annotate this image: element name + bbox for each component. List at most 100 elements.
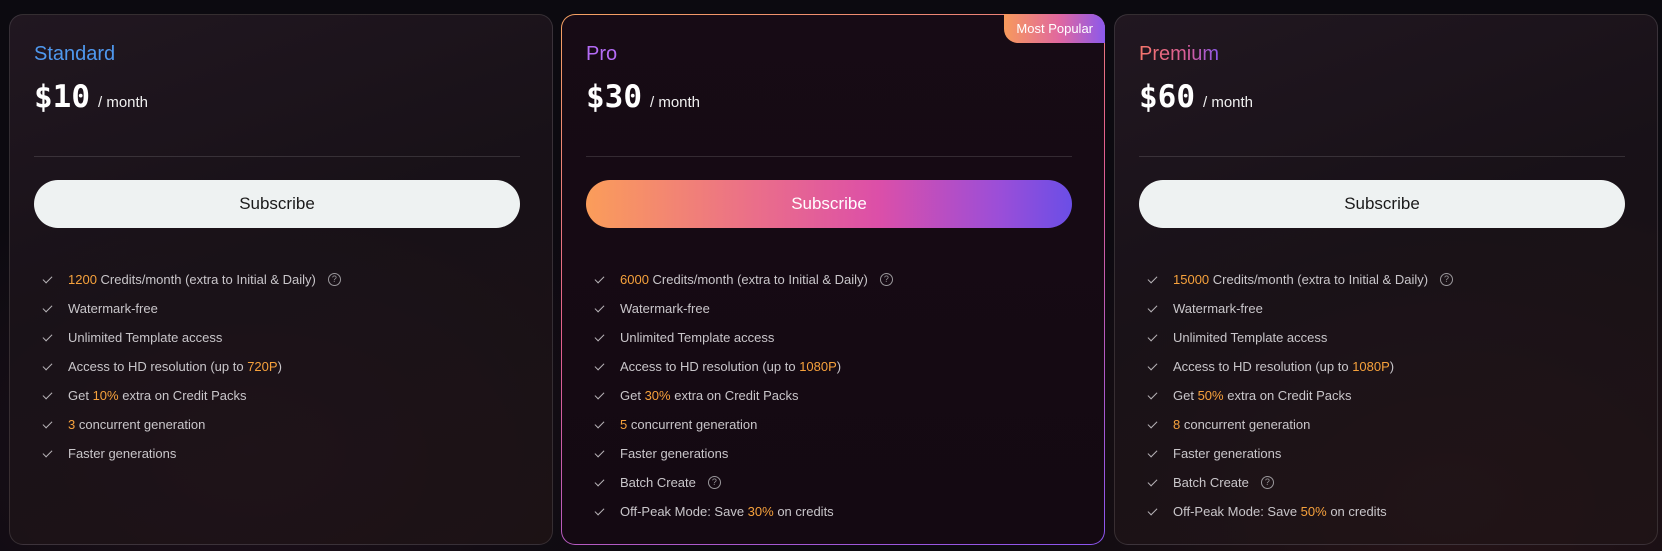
feature-item: 15000 Credits/month (extra to Initial & … [1139, 265, 1454, 294]
check-icon [1147, 447, 1161, 461]
plan-price: $10 [34, 79, 90, 115]
most-popular-badge: Most Popular [1004, 14, 1105, 43]
feature-text-part: Watermark-free [1173, 301, 1263, 316]
feature-text-part: Get [1173, 388, 1198, 403]
feature-text: Access to HD resolution (up to 720P) [68, 359, 282, 374]
feature-text-part: concurrent generation [627, 417, 758, 432]
feature-item: 3 concurrent generation [34, 410, 341, 439]
feature-text: Faster generations [1173, 446, 1281, 461]
check-icon [42, 360, 56, 374]
check-icon [1147, 476, 1161, 490]
plan-card-premium: Premium $60 / month Subscribe 15000 Cred… [1114, 14, 1658, 545]
feature-text-part: Faster generations [1173, 446, 1282, 461]
feature-text: Get 50% extra on Credit Packs [1173, 388, 1352, 403]
feature-item: Get 50% extra on Credit Packs [1139, 381, 1453, 410]
check-icon [594, 389, 608, 403]
feature-text-part: Credits/month (extra to Initial & Daily) [96, 272, 316, 287]
check-icon [594, 505, 608, 519]
feature-text-part: extra on Credit Packs [118, 388, 247, 403]
feature-item: 6000 Credits/month (extra to Initial & D… [586, 265, 893, 294]
subscribe-button-pro[interactable]: Subscribe [586, 180, 1072, 228]
feature-item: 5 concurrent generation [586, 410, 893, 439]
subscribe-button-standard[interactable]: Subscribe [34, 180, 520, 228]
check-icon [1147, 273, 1161, 287]
check-icon [42, 389, 56, 403]
feature-text: 3 concurrent generation [68, 417, 205, 432]
feature-item: Unlimited Template access [34, 323, 341, 352]
help-circle-icon[interactable]: ? [327, 273, 341, 286]
check-icon [42, 273, 56, 287]
feature-item: Faster generations [34, 439, 341, 468]
feature-text-part: Access to HD resolution (up to [68, 359, 248, 374]
feature-item: Batch Create? [1139, 468, 1453, 497]
feature-text: Faster generations [620, 446, 728, 461]
help-circle-icon[interactable]: ? [1260, 476, 1274, 489]
feature-text: Unlimited Template access [68, 330, 222, 345]
check-icon [594, 273, 608, 287]
plan-card-standard: Standard $10 / month Subscribe 1200 Cred… [9, 14, 553, 545]
feature-text-part: Get [620, 388, 645, 403]
feature-list: 6000 Credits/month (extra to Initial & D… [586, 265, 893, 526]
feature-text: Access to HD resolution (up to 1080P) [1173, 359, 1394, 374]
feature-text-part: Watermark-free [68, 301, 158, 316]
feature-item: Off-Peak Mode: Save 50% on credits [1139, 497, 1453, 526]
feature-text: Off-Peak Mode: Save 50% on credits [1173, 504, 1387, 519]
feature-item: Watermark-free [586, 294, 893, 323]
feature-text-part: on credits [1326, 504, 1387, 519]
feature-text-part: Faster generations [68, 446, 177, 461]
feature-text-part: concurrent generation [75, 417, 206, 432]
feature-item: 8 concurrent generation [1139, 410, 1453, 439]
feature-text: Watermark-free [1173, 301, 1263, 316]
feature-text-part: on credits [773, 504, 834, 519]
plan-price: $30 [586, 79, 642, 115]
divider [586, 156, 1072, 157]
pricing-plans: Standard $10 / month Subscribe 1200 Cred… [9, 14, 1658, 546]
plan-period: / month [650, 94, 701, 111]
feature-text-part: extra on Credit Packs [1223, 388, 1352, 403]
plan-name: Standard [34, 43, 116, 65]
feature-text-part: ) [836, 359, 842, 374]
check-icon [1147, 302, 1161, 316]
feature-item: Faster generations [586, 439, 893, 468]
feature-item: Access to HD resolution (up to 720P) [34, 352, 341, 381]
feature-text: Unlimited Template access [620, 330, 774, 345]
feature-text-part: Faster generations [620, 446, 729, 461]
feature-item: Get 30% extra on Credit Packs [586, 381, 893, 410]
feature-text-part: Get [68, 388, 93, 403]
feature-text-part: Unlimited Template access [620, 330, 775, 345]
check-icon [42, 302, 56, 316]
feature-text-part: concurrent generation [1180, 417, 1311, 432]
check-icon [594, 418, 608, 432]
feature-text: 6000 Credits/month (extra to Initial & D… [620, 272, 868, 287]
plan-price: $60 [1139, 79, 1195, 115]
check-icon [1147, 389, 1161, 403]
help-circle-icon[interactable]: ? [879, 273, 893, 286]
check-icon [42, 447, 56, 461]
feature-text-part: extra on Credit Packs [670, 388, 799, 403]
check-icon [42, 418, 56, 432]
feature-text-part: Batch Create [620, 475, 696, 490]
help-circle-icon[interactable]: ? [707, 476, 721, 489]
feature-text-part: ) [277, 359, 282, 374]
check-icon [594, 331, 608, 345]
feature-text-part: Credits/month (extra to Initial & Daily) [1209, 272, 1429, 287]
check-icon [42, 331, 56, 345]
feature-text: Get 30% extra on Credit Packs [620, 388, 799, 403]
feature-highlight: 720P [247, 359, 278, 374]
plan-name: Premium [1139, 43, 1220, 65]
help-circle-icon[interactable]: ? [1440, 273, 1454, 286]
feature-text: Off-Peak Mode: Save 30% on credits [620, 504, 834, 519]
feature-text: Access to HD resolution (up to 1080P) [620, 359, 841, 374]
feature-highlight: 50% [1197, 388, 1224, 403]
plan-period: / month [1203, 94, 1254, 111]
feature-highlight: 1080P [799, 359, 837, 374]
check-icon [594, 302, 608, 316]
check-icon [1147, 505, 1161, 519]
feature-item: Faster generations [1139, 439, 1453, 468]
feature-item: Off-Peak Mode: Save 30% on credits [586, 497, 893, 526]
plan-card-pro: Most Popular Pro $30 / month Subscribe 6… [561, 14, 1105, 545]
check-icon [594, 447, 608, 461]
feature-text-part: Unlimited Template access [1173, 330, 1328, 345]
subscribe-button-premium[interactable]: Subscribe [1139, 180, 1625, 228]
feature-text: Batch Create [620, 475, 696, 490]
